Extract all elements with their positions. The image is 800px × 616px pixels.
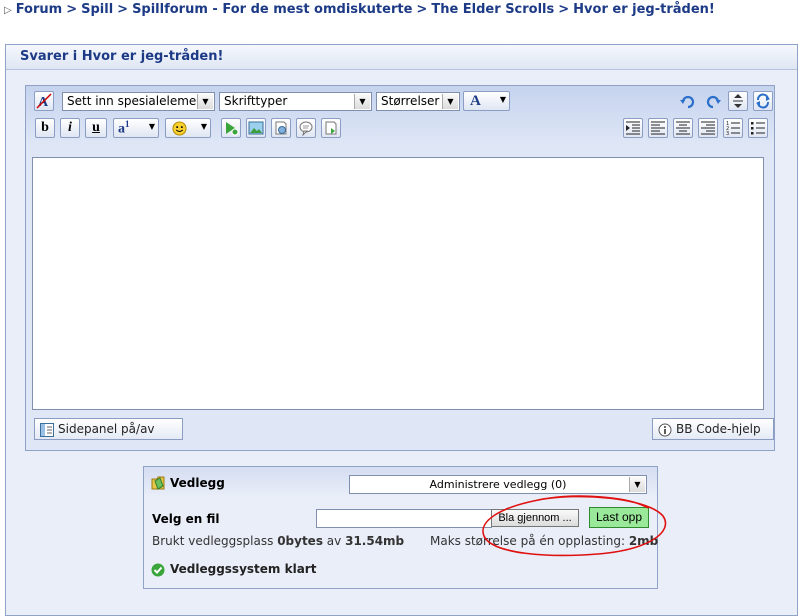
manage-attachments-value: Administrere vedlegg (0) bbox=[429, 478, 567, 491]
font-select[interactable]: Skrifttyper ▼ bbox=[219, 92, 372, 111]
editor: A Sett inn spesialelement ▼ Skrifttyper … bbox=[25, 85, 775, 451]
breadcrumb-item-spillforum[interactable]: Spillforum - For de mest omdiskuterte bbox=[132, 2, 412, 17]
message-textarea[interactable] bbox=[32, 157, 764, 410]
special-element-select-value: Sett inn spesialelement bbox=[67, 94, 209, 108]
redo-icon[interactable] bbox=[703, 91, 723, 111]
svg-text:3: 3 bbox=[726, 131, 729, 135]
insert-link-icon[interactable] bbox=[271, 118, 291, 138]
sidepanel-toggle-button[interactable]: Sidepanel på/av bbox=[34, 418, 183, 440]
breadcrumb-item-elder-scrolls[interactable]: The Elder Scrolls bbox=[431, 2, 554, 17]
smiley-icon bbox=[172, 120, 187, 136]
font-style-button[interactable]: a1 ▼ bbox=[113, 118, 159, 138]
file-path-input[interactable] bbox=[316, 509, 492, 528]
breadcrumb: ▷ Forum > Spill > Spillforum - For de mest om… bbox=[4, 2, 715, 17]
breadcrumb-item-forum[interactable]: Forum bbox=[16, 2, 63, 17]
sidepanel-icon bbox=[40, 422, 54, 437]
switch-mode-icon[interactable] bbox=[753, 91, 773, 111]
chevron-down-icon: ▼ bbox=[629, 477, 645, 492]
breadcrumb-separator: > bbox=[117, 2, 129, 17]
smiley-button[interactable]: ▼ bbox=[165, 118, 211, 138]
used-space-text: Brukt vedleggsplass 0bytes av 31.54mb bbox=[152, 534, 404, 548]
bold-button[interactable]: b bbox=[35, 118, 55, 138]
info-icon bbox=[658, 423, 672, 436]
toolbar-row-2: b i u a1 ▼ ▼ 1 2 3 bbox=[26, 118, 774, 142]
reply-panel-title: Svarer i Hvor er jeg-tråden! bbox=[6, 45, 797, 70]
insert-image-icon[interactable] bbox=[246, 118, 266, 138]
numbered-list-icon[interactable]: 123 bbox=[723, 118, 743, 138]
annotation-circle bbox=[482, 495, 667, 557]
text-color-icon: A bbox=[470, 92, 481, 109]
chevron-down-icon: ▼ bbox=[442, 94, 458, 109]
chevron-down-icon: ▼ bbox=[197, 94, 213, 109]
indent-icon[interactable] bbox=[623, 118, 643, 138]
align-center-icon[interactable] bbox=[673, 118, 693, 138]
attachment-status-text: Vedleggssystem klart bbox=[170, 562, 317, 576]
breadcrumb-separator: > bbox=[558, 2, 570, 17]
manage-attachments-select[interactable]: Administrere vedlegg (0) ▼ bbox=[349, 475, 647, 494]
bullet-list-icon[interactable] bbox=[748, 118, 768, 138]
underline-button[interactable]: u bbox=[85, 118, 107, 138]
toolbar-row-1: A Sett inn spesialelement ▼ Skrifttyper … bbox=[26, 91, 774, 115]
remove-format-icon[interactable]: A bbox=[34, 91, 54, 111]
attachments-title: Vedlegg bbox=[170, 476, 225, 490]
size-select[interactable]: Størrelser ▼ bbox=[376, 92, 460, 111]
used-space-value: 0bytes bbox=[277, 534, 323, 548]
align-left-icon[interactable] bbox=[648, 118, 668, 138]
align-right-icon[interactable] bbox=[698, 118, 718, 138]
bbcode-help-label: BB Code-hjelp bbox=[676, 422, 761, 436]
italic-button[interactable]: i bbox=[60, 118, 80, 138]
breadcrumb-item-thread[interactable]: Hvor er jeg-tråden! bbox=[573, 2, 715, 17]
breadcrumb-arrow-icon: ▷ bbox=[4, 5, 12, 16]
chevron-down-icon: ▼ bbox=[354, 94, 370, 109]
undo-icon[interactable] bbox=[678, 91, 698, 111]
chevron-down-icon: ▼ bbox=[200, 122, 207, 131]
font-select-value: Skrifttyper bbox=[224, 94, 288, 108]
sidepanel-toggle-label: Sidepanel på/av bbox=[58, 422, 155, 436]
insert-quote-icon[interactable] bbox=[296, 118, 316, 138]
font-style-icon: a1 bbox=[118, 118, 130, 137]
total-space-value: 31.54mb bbox=[345, 534, 405, 548]
check-icon bbox=[151, 563, 165, 577]
chevron-down-icon: ▼ bbox=[499, 95, 506, 104]
size-select-value: Størrelser bbox=[381, 94, 440, 108]
text-color-button[interactable]: A ▼ bbox=[463, 91, 510, 111]
special-element-select[interactable]: Sett inn spesialelement ▼ bbox=[62, 92, 215, 111]
bbcode-help-button[interactable]: BB Code-hjelp bbox=[652, 418, 774, 440]
breadcrumb-separator: > bbox=[416, 2, 428, 17]
chevron-down-icon: ▼ bbox=[148, 122, 155, 131]
insert-code-icon[interactable] bbox=[321, 118, 341, 138]
breadcrumb-separator: > bbox=[66, 2, 78, 17]
insert-media-icon[interactable] bbox=[221, 118, 241, 138]
breadcrumb-item-spill[interactable]: Spill bbox=[81, 2, 113, 17]
attachment-folder-icon bbox=[151, 476, 165, 490]
choose-file-label: Velg en fil bbox=[152, 512, 220, 526]
resize-icon[interactable] bbox=[728, 91, 748, 111]
used-space-of: av bbox=[326, 534, 342, 548]
used-space-prefix: Brukt vedleggsplass bbox=[152, 534, 274, 548]
